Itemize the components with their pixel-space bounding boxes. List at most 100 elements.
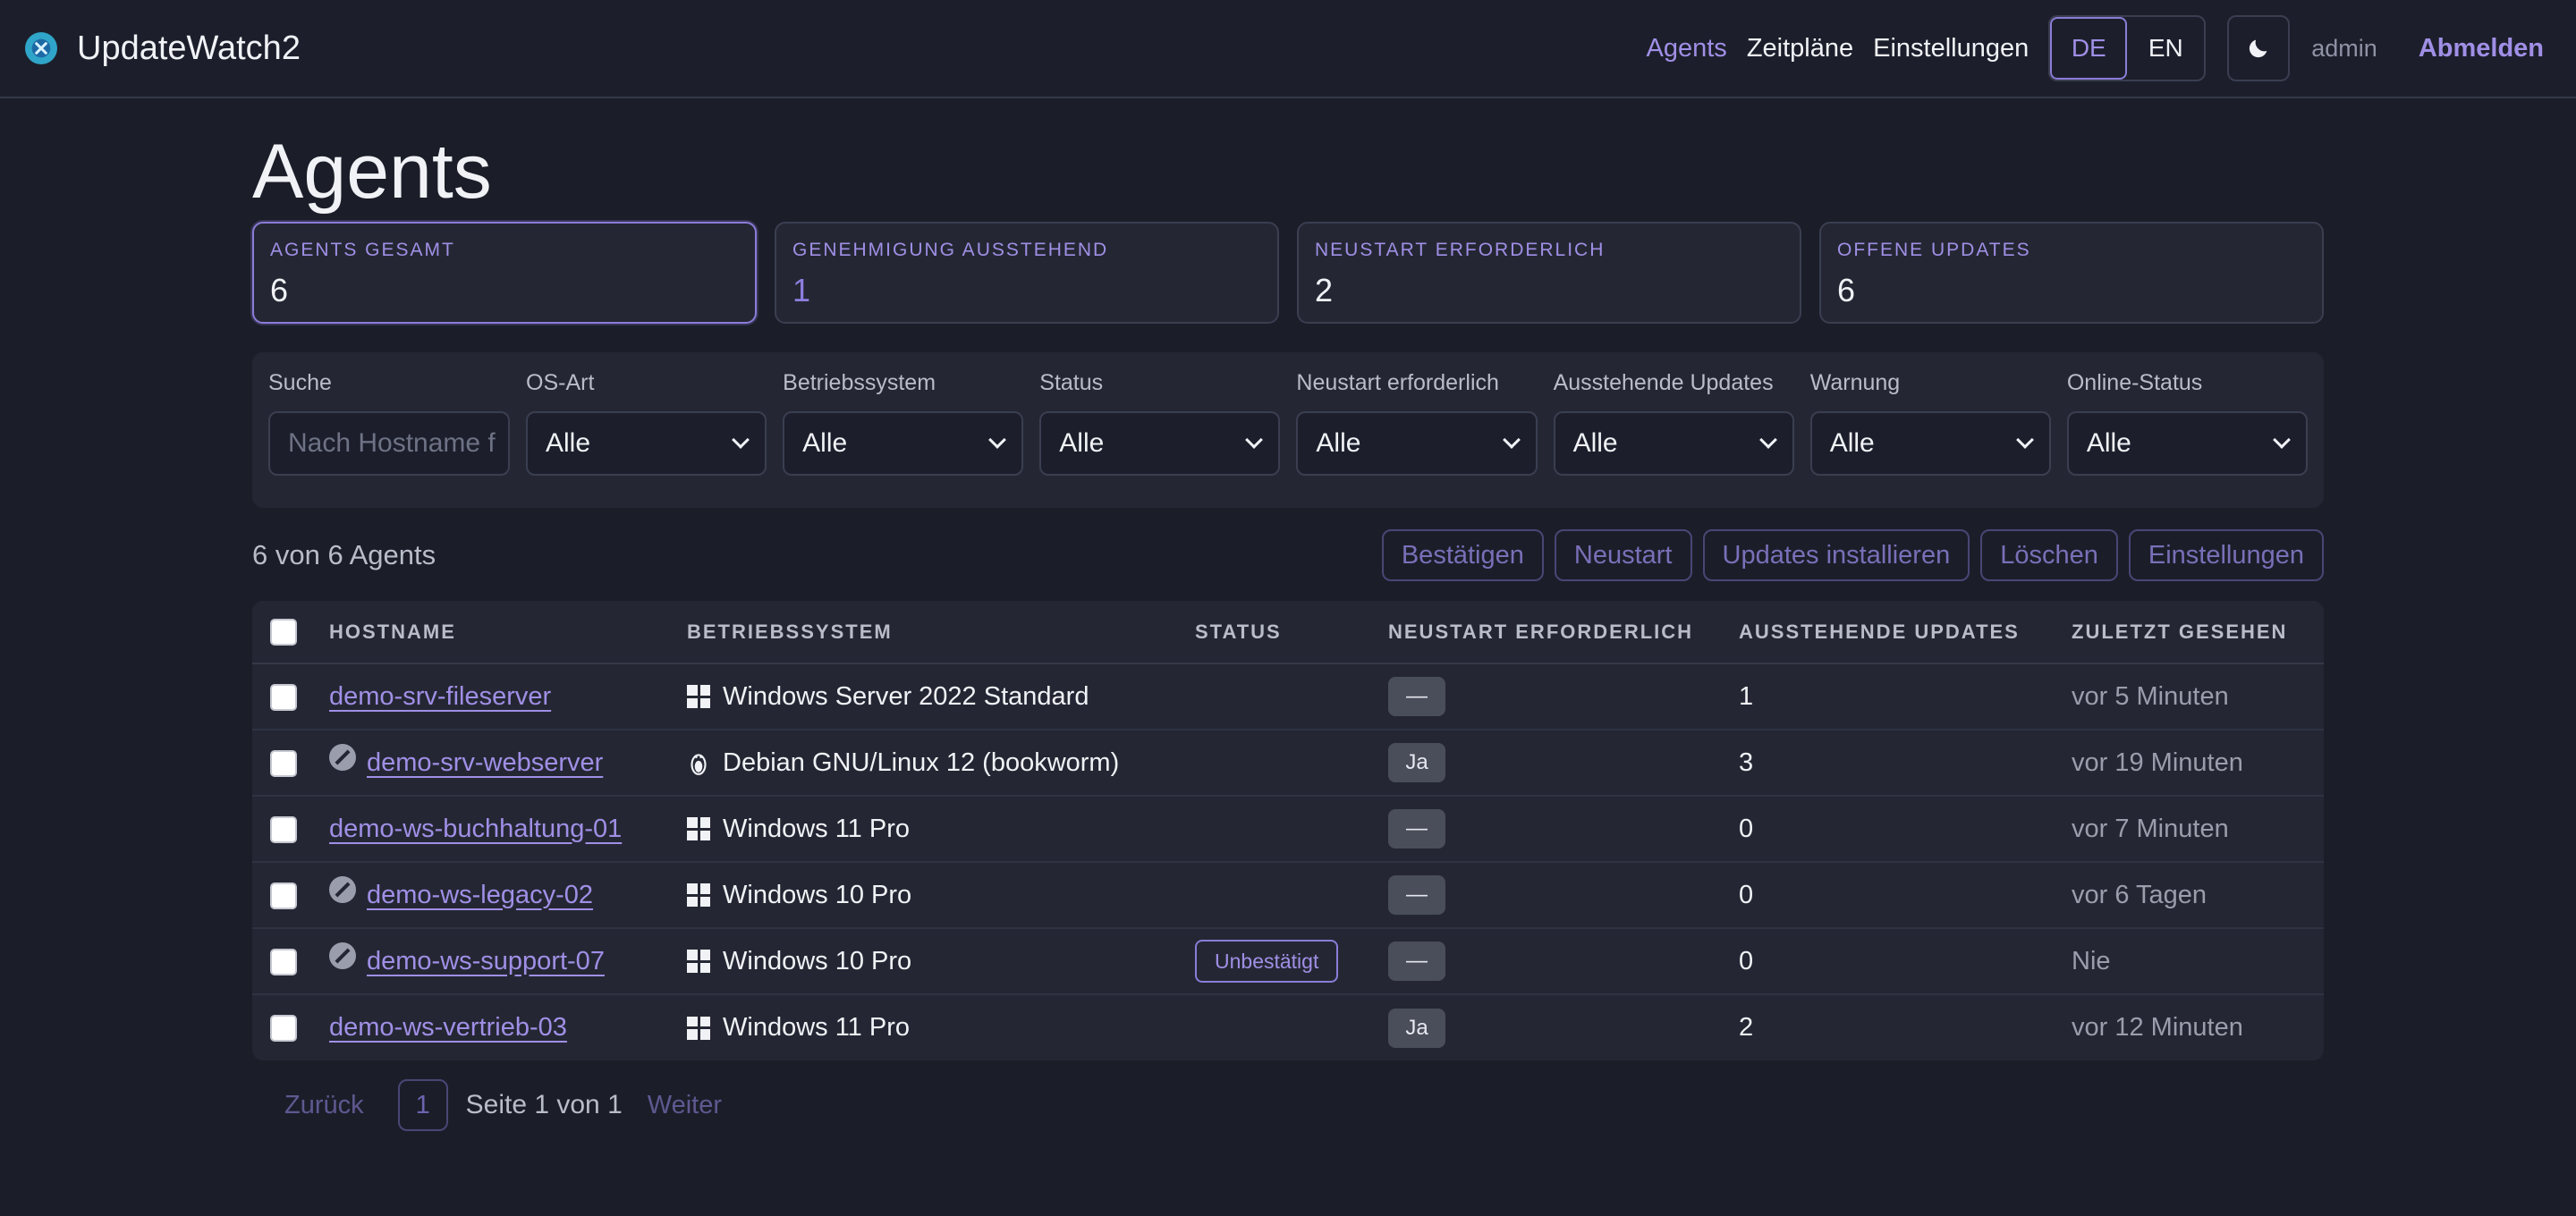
stat-card-total[interactable]: Agents gesamt 6: [252, 222, 757, 324]
stat-label: Offene Updates: [1837, 240, 2031, 260]
os-name: Windows 11 Pro: [723, 814, 910, 843]
os-cell: Windows 11 Pro: [687, 994, 1195, 1060]
status-cell: [1195, 862, 1388, 929]
stat-card-reboot-required[interactable]: Neustart erforderlich 2: [1297, 222, 1801, 324]
hostname-link[interactable]: demo-ws-support-07: [367, 947, 605, 976]
filter-label: Neustart erforderlich: [1296, 370, 1499, 395]
theme-toggle-button[interactable]: [2227, 15, 2291, 81]
nav-link-agents[interactable]: Agents: [1647, 34, 1727, 63]
filter-os: Betriebssystem Alle: [783, 370, 1024, 490]
filter-warning: Warnung Alle: [1809, 370, 2051, 490]
hostname-cell: demo-ws-legacy-02: [329, 862, 687, 929]
updates-cell: 0: [1739, 862, 2072, 929]
header-os[interactable]: Betriebssystem: [687, 601, 1195, 664]
table-row[interactable]: demo-srv-webserver Debian GNU/Linux 12 (b…: [252, 730, 2324, 797]
stat-label: Agents gesamt: [270, 240, 455, 260]
os-name: Windows Server 2022 Standard: [723, 681, 1089, 711]
row-checkbox[interactable]: [270, 882, 297, 909]
row-select-cell: [252, 994, 329, 1060]
table-row[interactable]: demo-ws-legacy-02 Windows 10 Pro — 0 vor 6 T…: [252, 862, 2324, 929]
lang-de-button[interactable]: DE: [2050, 17, 2128, 80]
hostname-link[interactable]: demo-srv-webserver: [367, 748, 603, 778]
row-checkbox[interactable]: [270, 815, 297, 843]
os-cell: Windows 10 Pro: [687, 862, 1195, 929]
os-name: Debian GNU/Linux 12 (bookworm): [723, 747, 1120, 777]
table-row[interactable]: demo-ws-vertrieb-03 Windows 11 Pro Ja 2 vor …: [252, 994, 2324, 1060]
language-switcher: DE EN: [2048, 15, 2207, 81]
stat-card-pending-approval[interactable]: Genehmigung ausstehend 1: [775, 222, 1279, 324]
confirm-button[interactable]: Bestätigen: [1381, 529, 1544, 581]
header-last-seen[interactable]: Zuletzt gesehen: [2072, 601, 2324, 664]
pagination-next[interactable]: Weiter: [648, 1091, 722, 1120]
chevron-down-icon: [732, 431, 750, 449]
pagination: Zurück 1 Seite 1 von 1 Weiter: [252, 1078, 2324, 1132]
row-select-cell: [252, 928, 329, 995]
select-value: Alle: [1316, 428, 1361, 458]
pagination-page-1[interactable]: 1: [397, 1079, 448, 1131]
hostname-link[interactable]: demo-ws-legacy-02: [367, 881, 593, 910]
online-status-select[interactable]: Alle: [2066, 411, 2308, 476]
chevron-down-icon: [1758, 431, 1777, 449]
nav-link-schedules[interactable]: Zeitpläne: [1747, 34, 1853, 63]
select-all-checkbox[interactable]: [270, 618, 297, 646]
row-checkbox[interactable]: [270, 683, 297, 711]
table-row[interactable]: demo-srv-fileserver Windows Server 2022 S…: [252, 663, 2324, 730]
hostname-link[interactable]: demo-srv-fileserver: [329, 682, 551, 712]
filter-status: Status Alle: [1039, 370, 1281, 490]
header-updates[interactable]: Ausstehende Updates: [1739, 601, 2072, 664]
nav-right: Agents Zeitpläne Einstellungen DE EN adm…: [1627, 15, 2551, 81]
row-select-cell: [252, 663, 329, 730]
delete-button[interactable]: Löschen: [1980, 529, 2118, 581]
row-checkbox[interactable]: [270, 1015, 297, 1043]
filter-os-type: OS-Art Alle: [526, 370, 767, 490]
settings-button[interactable]: Einstellungen: [2128, 529, 2324, 581]
lang-en-button[interactable]: EN: [2127, 17, 2204, 80]
nav-link-settings[interactable]: Einstellungen: [1873, 34, 2029, 63]
os-name: Windows 10 Pro: [723, 880, 912, 909]
os-name: Windows 11 Pro: [723, 1013, 910, 1042]
warning-select[interactable]: Alle: [1809, 411, 2051, 476]
reboot-button[interactable]: Neustart: [1554, 529, 1692, 581]
os-select[interactable]: Alle: [783, 411, 1024, 476]
row-checkbox[interactable]: [270, 749, 297, 777]
reboot-select[interactable]: Alle: [1296, 411, 1538, 476]
windows-icon: [687, 817, 710, 840]
reboot-cell: —: [1388, 928, 1739, 995]
status-select[interactable]: Alle: [1039, 411, 1281, 476]
stat-value: 6: [270, 272, 289, 308]
row-checkbox[interactable]: [270, 948, 297, 975]
os-type-select[interactable]: Alle: [526, 411, 767, 476]
windows-icon: [687, 950, 710, 973]
hostname-link[interactable]: demo-ws-vertrieb-03: [329, 1013, 567, 1043]
filter-panel: Suche Nach Hostname f OS-Art Alle Betrie…: [252, 352, 2324, 508]
last-seen-cell: vor 7 Minuten: [2072, 796, 2324, 863]
table-row[interactable]: demo-ws-buchhaltung-01 Windows 11 Pro — 0 vo…: [252, 796, 2324, 863]
linux-icon: [691, 754, 707, 775]
hostname-link[interactable]: demo-ws-buchhaltung-01: [329, 815, 622, 844]
filter-label: Online-Status: [2066, 370, 2203, 395]
stat-card-open-updates[interactable]: Offene Updates 6: [1819, 222, 2324, 324]
pending-updates-select[interactable]: Alle: [1553, 411, 1794, 476]
filter-reboot: Neustart erforderlich Alle: [1296, 370, 1538, 490]
header-hostname[interactable]: Hostname: [329, 601, 687, 664]
install-updates-button[interactable]: Updates installieren: [1702, 529, 1970, 581]
chevron-down-icon: [2273, 431, 2291, 449]
header-reboot[interactable]: Neustart erforderlich: [1388, 601, 1739, 664]
last-seen-cell: vor 5 Minuten: [2072, 663, 2324, 730]
search-input[interactable]: Nach Hostname f: [268, 411, 510, 476]
updates-cell: 2: [1739, 1013, 1754, 1042]
pagination-prev[interactable]: Zurück: [284, 1091, 364, 1120]
filter-label: Warnung: [1809, 370, 1901, 395]
filter-pending-updates: Ausstehende Updates Alle: [1553, 370, 1794, 490]
stat-cards: Agents gesamt 6 Genehmigung ausstehend 1…: [252, 222, 2324, 324]
brand[interactable]: UpdateWatch2: [25, 30, 301, 68]
header-status[interactable]: Status: [1195, 601, 1388, 664]
filter-online-status: Online-Status Alle: [2066, 370, 2308, 490]
reboot-badge: Ja: [1388, 743, 1445, 782]
os-cell: Windows Server 2022 Standard: [687, 663, 1195, 730]
reboot-cell: —: [1388, 862, 1739, 929]
row-select-cell: [252, 862, 329, 929]
disabled-icon: [329, 876, 356, 903]
table-row[interactable]: demo-ws-support-07 Windows 10 Pro Unbestät…: [252, 928, 2324, 995]
logout-link[interactable]: Abmelden: [2419, 34, 2544, 63]
